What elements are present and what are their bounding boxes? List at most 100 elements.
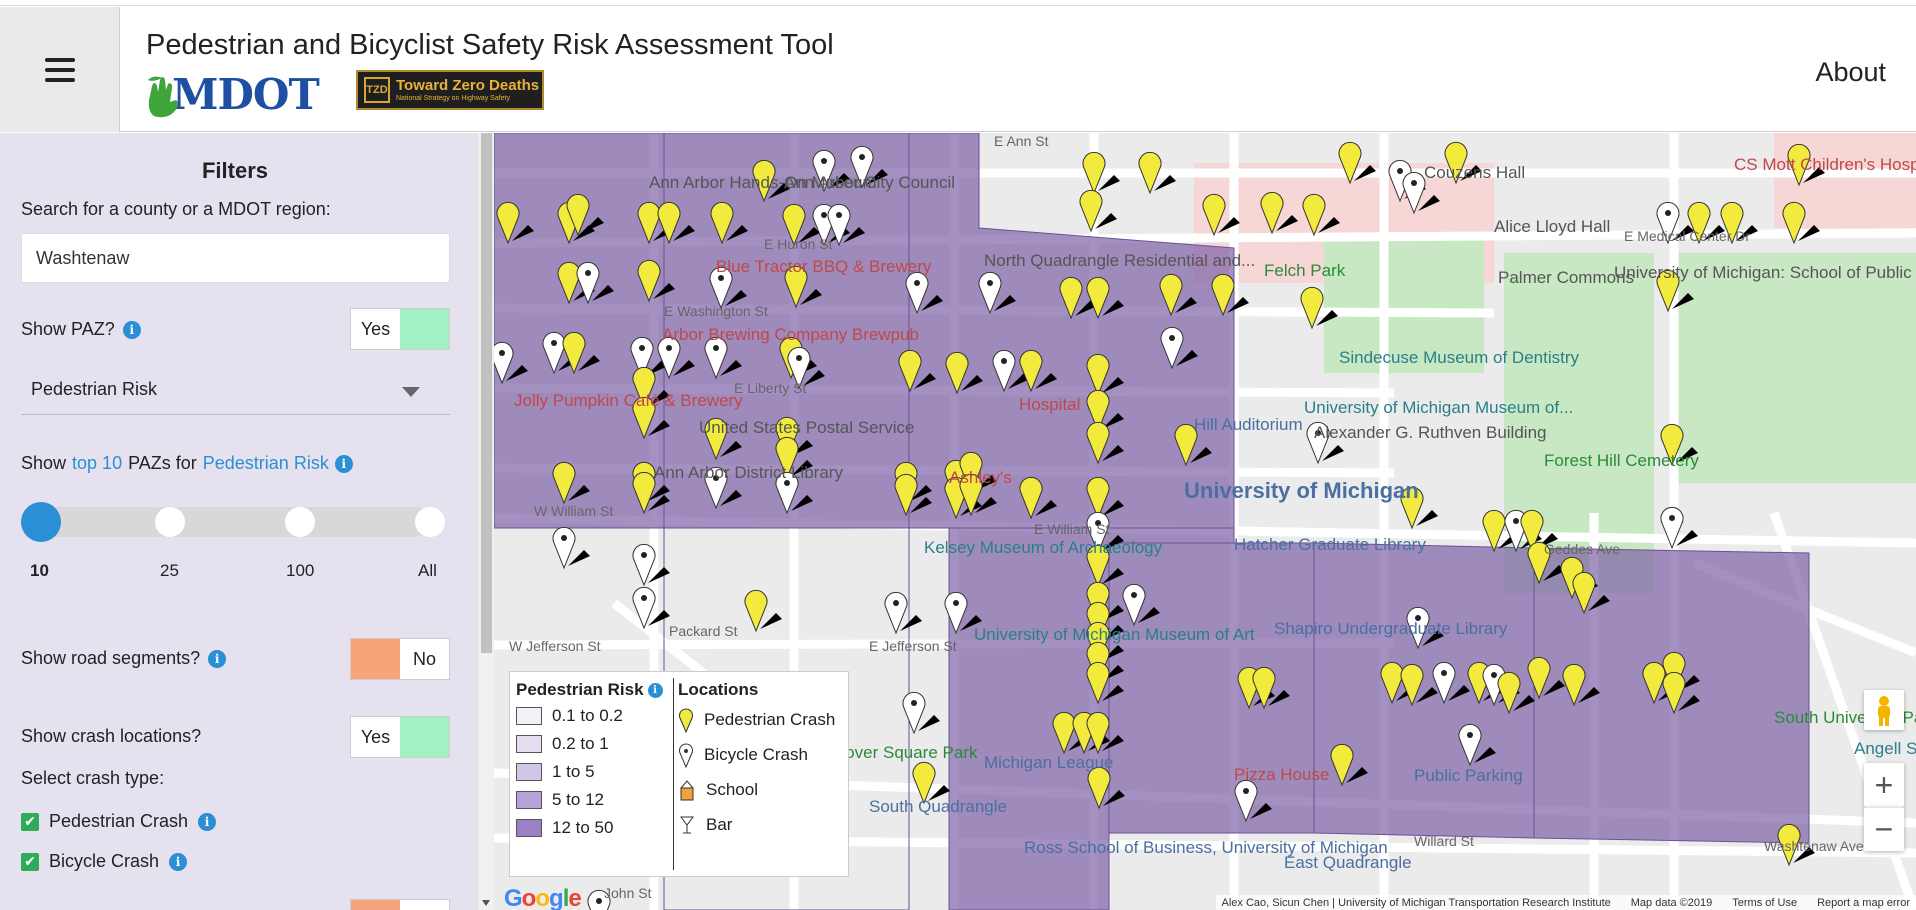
top-n-slider[interactable] (21, 502, 445, 542)
map-label[interactable]: University of Michigan (1184, 478, 1419, 504)
partial-toggle[interactable] (350, 899, 450, 910)
zoom-in-button[interactable]: + (1864, 763, 1904, 807)
info-icon[interactable]: i (208, 649, 227, 668)
map-label[interactable]: Felch Park (1264, 261, 1345, 281)
sidebar-scrollbar[interactable] (477, 133, 494, 910)
map-label[interactable]: Blue Tractor BBQ & Brewery (716, 257, 931, 277)
map-label[interactable]: Ashley's (949, 468, 1012, 488)
legend-range-label: 1 to 5 (552, 762, 595, 781)
hamburger-menu-button[interactable] (0, 7, 120, 132)
app-header: Pedestrian and Bicyclist Safety Risk Ass… (0, 7, 1916, 132)
info-icon[interactable]: i (334, 454, 353, 473)
tzd-logo[interactable]: TZD Toward Zero Deaths National Strategy… (356, 70, 544, 110)
map-label[interactable]: Hill Auditorium (1194, 415, 1303, 435)
show-paz-label: Show PAZ? i (21, 319, 141, 340)
risk-type-link[interactable]: Pedestrian Risk (203, 453, 329, 474)
scrollbar-thumb[interactable] (481, 133, 492, 653)
map-label[interactable]: Hatcher Graduate Library (1234, 535, 1426, 555)
attribution-text: Alex Cao, Sicun Chen | University of Mic… (1221, 896, 1611, 909)
show-crash-label-text: Show crash locations? (21, 726, 202, 746)
map-label[interactable]: Arbor Brewing Company Brewpub (662, 325, 919, 345)
marker-dot (1001, 358, 1007, 364)
legend-divider (673, 678, 674, 870)
map-label[interactable]: University of Michigan Museum of... (1304, 398, 1573, 418)
legend-location-row: Bicycle Crash (678, 737, 835, 772)
county-search-input[interactable]: Washtenaw (21, 233, 450, 283)
info-icon[interactable]: i (647, 682, 663, 698)
show-crash-toggle[interactable]: Yes (350, 716, 450, 758)
mdot-logo-text: MDOT (172, 69, 320, 119)
google-logo[interactable]: Google (504, 885, 582, 910)
legend-range-row: 0.2 to 1 (516, 730, 676, 758)
marker-dot (836, 212, 842, 218)
marker-dot (713, 345, 719, 351)
info-icon[interactable]: i (122, 320, 141, 339)
marker-dot (639, 345, 645, 351)
map-label[interactable]: East Quadrangle (1284, 853, 1412, 873)
slider-knob-all[interactable] (415, 507, 445, 537)
map-label[interactable]: Alexander G. Ruthven Building (1314, 423, 1546, 443)
checkbox-checked-icon[interactable]: ✔ (21, 812, 39, 831)
map-label[interactable]: Ann Arbor District Library (654, 463, 843, 483)
map-label[interactable]: Public Parking (1414, 766, 1523, 786)
legend-location-label: Bicycle Crash (704, 744, 808, 764)
map-label[interactable]: CS Mott Children's Hospital (1734, 155, 1916, 175)
map-label[interactable]: Ann Arbor Hands-On Museum (649, 173, 877, 193)
map-label[interactable]: Hospital (1019, 395, 1080, 415)
toggle-switch-off (351, 900, 400, 910)
map-label[interactable]: Shapiro Undergraduate Library (1274, 619, 1507, 639)
pazs-for-text: PAZs for (128, 453, 197, 473)
slider-knob-100[interactable] (285, 507, 315, 537)
info-icon[interactable]: i (198, 812, 217, 831)
slider-tick-label: All (418, 561, 437, 580)
slider-knob-10[interactable] (21, 502, 61, 542)
checkbox-label: Bicycle Crash (49, 851, 160, 871)
street-view-pegman-icon[interactable] (1864, 690, 1904, 730)
tzd-main-text: Toward Zero Deaths (396, 76, 540, 94)
legend-location-label: Pedestrian Crash (704, 709, 836, 729)
street-label: E Medical Center Dr (1624, 228, 1751, 244)
top-n-link[interactable]: top 10 (72, 453, 122, 474)
map-label[interactable]: Sindecuse Museum of Dentistry (1339, 348, 1579, 368)
map-label[interactable]: University of Michigan: School of Public… (1614, 263, 1916, 283)
map-view[interactable]: Ann Arbor City Council Ann Arbor Hands-O… (494, 133, 1916, 910)
show-prefix-text: Show (21, 453, 67, 473)
bicycle-crash-checkbox[interactable]: ✔ Bicycle Crash i (21, 851, 188, 872)
mdot-logo[interactable]: MDOT (146, 69, 320, 119)
marker-dot (1243, 788, 1249, 794)
slider-knob-25[interactable] (155, 507, 185, 537)
toggle-switch-on (400, 717, 449, 757)
map-label[interactable]: Couzens Hall (1424, 163, 1525, 183)
show-paz-toggle[interactable]: Yes (350, 308, 450, 350)
toggle-switch-off (351, 639, 400, 679)
pedestrian-crash-checkbox[interactable]: ✔ Pedestrian Crash i (21, 811, 217, 832)
checkbox-checked-icon[interactable]: ✔ (21, 852, 39, 871)
legend-swatch (516, 735, 542, 753)
map-label[interactable]: Forest Hill Cemetery (1544, 451, 1699, 471)
map-label[interactable]: Pizza House (1234, 765, 1329, 785)
hamburger-icon (44, 57, 75, 82)
top-n-label: Show top 10 PAZs for Pedestrian Risk i (21, 453, 353, 474)
legend-location-row: School (678, 772, 835, 807)
zoom-out-button[interactable]: − (1864, 807, 1904, 851)
legend-location-label: School (706, 779, 758, 799)
report-error-link[interactable]: Report a map error (1817, 897, 1910, 909)
show-segments-toggle[interactable]: No (350, 638, 450, 680)
map-label[interactable]: North Quadrangle Residential and... (984, 251, 1255, 271)
show-crash-label: Show crash locations? (21, 726, 201, 747)
info-icon[interactable]: i (169, 852, 188, 871)
map-label[interactable]: Kelsey Museum of Archaeology (924, 538, 1162, 558)
risk-type-select[interactable]: Pedestrian Risk (21, 365, 450, 415)
map-label[interactable]: Michigan League (984, 753, 1113, 773)
filters-sidebar: Filters Search for a county or a MDOT re… (0, 133, 477, 910)
about-link[interactable]: About (1815, 57, 1886, 88)
map-label[interactable]: South Quadrangle (869, 797, 1007, 817)
map-label[interactable]: United States Postal Service (699, 418, 914, 438)
map-label[interactable]: Jolly Pumpkin Café & Brewery (514, 391, 743, 411)
map-label[interactable]: Alice Lloyd Hall (1494, 217, 1610, 237)
slider-tick-label: 10 (30, 561, 49, 580)
map-label[interactable]: Angell School (1854, 739, 1916, 759)
scroll-down-arrow-icon[interactable] (482, 900, 490, 906)
map-label[interactable]: University of Michigan Museum of Art (974, 625, 1255, 645)
terms-link[interactable]: Terms of Use (1732, 897, 1797, 909)
